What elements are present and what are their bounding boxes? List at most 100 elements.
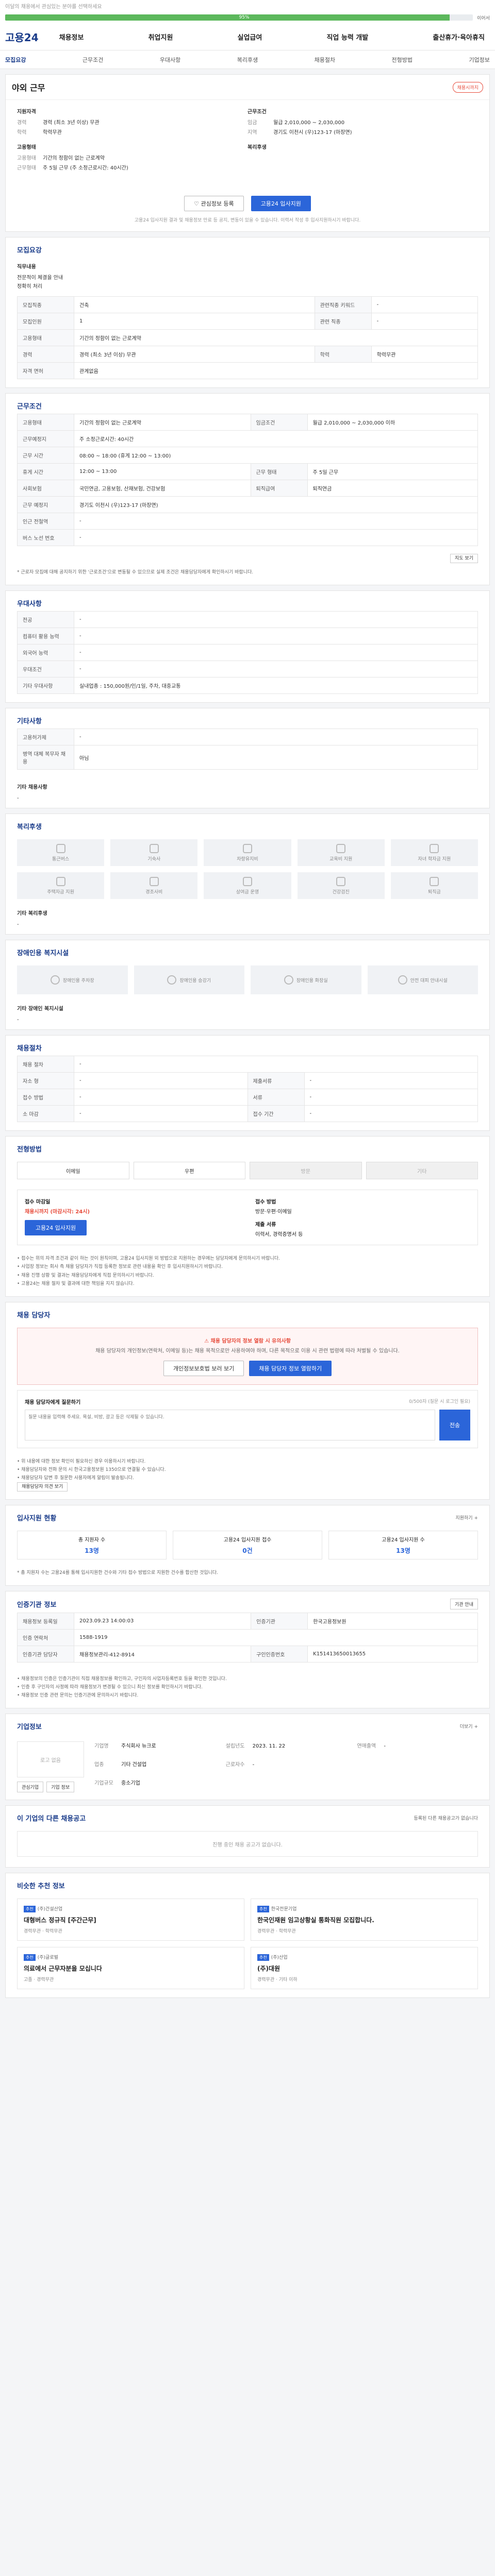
- table-key: 자격 면허: [17, 362, 74, 379]
- top-notice-text: 이달의 채용에서 관심있는 분야를 선택하세요: [5, 4, 102, 10]
- table-row: 모집직종 건축 관련직종 키워드 -: [17, 296, 478, 313]
- table-value: K151413650013655: [307, 1645, 478, 1663]
- interest-company-button[interactable]: 관심기업: [17, 1782, 44, 1793]
- contact-note: • 위 내용에 대한 정보 확인이 필요하신 경우 이용하시기 바랍니다.: [17, 1459, 146, 1464]
- recommend-tag: 추천: [257, 1906, 269, 1913]
- apply-button[interactable]: 고용24 입사지원: [251, 196, 311, 211]
- method-tab[interactable]: 이메일: [17, 1162, 129, 1180]
- site-logo[interactable]: 고용24: [5, 29, 39, 44]
- agency-info-button[interactable]: 기관 안내: [450, 1598, 478, 1609]
- welfare-label: 주택자금 지원: [47, 889, 74, 895]
- info-title: 인증기관 정보: [17, 1601, 57, 1609]
- section-tab[interactable]: 채용절차: [315, 56, 335, 64]
- table-row: 인증기관 담당자 채용정보관리-412-8914 구인인증번호 K1514136500…: [17, 1645, 478, 1663]
- table-key: 인근 전철역: [17, 513, 74, 530]
- accessibility-icon: [50, 975, 60, 985]
- progress-continue[interactable]: 이어서: [477, 14, 490, 21]
- recommend-card[interactable]: 추천 (주)산업 (주)대원 경력무관 · 기타 이하: [251, 1947, 478, 1990]
- table-value: 2023.09.23 14:00:03: [73, 1612, 252, 1630]
- table-value: -: [371, 313, 478, 330]
- gnb-item[interactable]: 출산휴가·육아휴직: [427, 32, 490, 42]
- apply-button-secondary[interactable]: 고용24 입사지원: [25, 1220, 87, 1236]
- welfare-icon: [56, 843, 65, 853]
- company-field: 업종 기타 건설업: [94, 1760, 216, 1774]
- stat-card: 고용24 입사지원 수 13명: [328, 1530, 478, 1560]
- disability-other: 기타 장애인 복지시설 -: [6, 999, 489, 1029]
- gnb-item[interactable]: 취업지원: [143, 32, 178, 42]
- table-row: 채용정보 등록일 2023.09.23 14:00:03 인증기관 한국고용정보원: [17, 1612, 478, 1630]
- stat-value: 13명: [396, 1547, 410, 1554]
- etc-title: 기타사항: [17, 718, 42, 726]
- table-key: 버스 노선 번호: [17, 529, 74, 546]
- apply-method: 접수 방법 방문·우편·이메일 제출 서류 이력서, 경력증명서 등: [255, 1197, 470, 1238]
- section-tab[interactable]: 근무조건: [82, 56, 103, 64]
- section-tab[interactable]: 복리후생: [237, 56, 258, 64]
- table-value: -: [74, 1056, 478, 1073]
- other-jobs-title: 이 기업의 다른 채용공고: [17, 1815, 86, 1823]
- process-table: 채용 절차 - 자소 형 - 제출서류 - 접수 방법 - 서류 - 소 마감 - 접수 기간 -: [17, 1056, 478, 1123]
- welfare-label: 퇴직금: [427, 889, 441, 895]
- table-row: 사회보험 국민연금, 고용보험, 산재보험, 건강보험 퇴직급여 퇴직연금: [17, 480, 478, 497]
- etc-extra: 기타 채용사항 -: [6, 778, 489, 808]
- view-contact-button[interactable]: 채용 담당자 정보 열람하기: [249, 1360, 332, 1376]
- section-tab[interactable]: 전형방법: [392, 56, 412, 64]
- summary-value: 주 5일 근무 (주 소정근로시간: 40시간): [43, 165, 128, 171]
- info-note: • 채용정보의 인증은 인증기관이 직접 채용정보를 확인하고, 구인자의 사업…: [17, 1676, 227, 1682]
- summary-value: 월급 2,010,000 ~ 2,030,000: [273, 120, 345, 126]
- method-title: 전형방법: [17, 1146, 42, 1154]
- company-info-button[interactable]: 기업 정보: [46, 1782, 75, 1793]
- table-key: 인증기관: [251, 1612, 308, 1630]
- recommend-card[interactable]: 추천 (주)글로벌 의료에서 근무자분을 모십니다 고졸 · 경력무관: [17, 1947, 244, 1990]
- contact-opinion-button[interactable]: 채용담당자 의견 보기: [17, 1482, 68, 1492]
- preference-section: 우대사항 전공 - 컴퓨터 활용 능력 - 외국어 능력 - 우대조건 - 기타 우대사항 실내업…: [5, 590, 490, 703]
- summary-right: 근무조건 임금 월급 2,010,000 ~ 2,030,000 지역 경기도 이천시…: [248, 107, 478, 178]
- method-tab[interactable]: 우편: [133, 1162, 245, 1180]
- preference-table: 전공 - 컴퓨터 활용 능력 - 외국어 능력 - 우대조건 - 기타 우대사항 실내업종 : 1…: [17, 611, 478, 694]
- recommend-meta: 경력무관 · 학력무관: [257, 1929, 296, 1935]
- table-value: 08:00 ~ 18:00 (휴게 12:00 ~ 13:00): [74, 447, 478, 464]
- recommend-card[interactable]: 추천 (주)건설산업 대형버스 정규직 [주간근무] 경력무관 · 학력무관: [17, 1899, 244, 1941]
- stat-card: 고용24 입사지원 접수 0건: [173, 1530, 322, 1560]
- conditions-group: 근무조건 임금 월급 2,010,000 ~ 2,030,000 지역 경기도 이천시…: [248, 107, 478, 135]
- welfare-group: 복리후생: [248, 143, 478, 150]
- accessibility-icon: [284, 975, 293, 985]
- table-row: 경력 경력 (최소 3년 이상) 무관 학력 학력무관: [17, 346, 478, 363]
- recommend-card[interactable]: 추천 한국전문기업 한국인재원 임고상황실 통화직원 모집합니다. 경력무관 · 학력…: [251, 1899, 478, 1941]
- company-field-value: -: [252, 1762, 255, 1768]
- disability-item: 장애인용 주차장: [17, 965, 128, 995]
- section-tab[interactable]: 우대사항: [160, 56, 180, 64]
- welfare-item: 퇴직금: [390, 872, 478, 900]
- question-send-button[interactable]: 전송: [439, 1409, 470, 1440]
- welfare-other-title: 기타 복리후생: [17, 911, 47, 917]
- welfare-item: 주택자금 지원: [17, 872, 105, 900]
- question-input[interactable]: [25, 1409, 435, 1440]
- table-row: 소 마감 - 접수 기간 -: [17, 1105, 478, 1123]
- etc-section: 기타사항 고용허가제 - 병역 대체 복무자 채용 아님 기타 채용사항 -: [5, 708, 490, 809]
- gnb-item[interactable]: 직업 능력 개발: [321, 32, 373, 42]
- disability-title: 장애인용 복지시설: [17, 950, 69, 958]
- company-more-link[interactable]: 더보기 +: [460, 1723, 478, 1730]
- preference-title: 우대사항: [17, 600, 42, 608]
- conditions-footnote: * 근로자 모집에 대해 공지하기 위한 '근로조건'으로 변동될 수 있으므로…: [17, 570, 254, 575]
- table-value: 주 소정근로시간: 40시간: [74, 430, 478, 447]
- gnb-item[interactable]: 실업급여: [233, 32, 268, 42]
- table-key: 우대조건: [17, 660, 74, 678]
- map-button[interactable]: 지도 보기: [450, 554, 478, 563]
- section-tab[interactable]: 모집요강: [5, 56, 26, 64]
- disability-section: 장애인용 복지시설 장애인용 주차장 장애인용 승강기 장애인용 화장실 안전 대피 …: [5, 940, 490, 1030]
- stats-more-link[interactable]: 지원하기 +: [455, 1514, 478, 1521]
- table-key: 사회보험: [17, 480, 74, 497]
- method-note: • 접수는 위의 자격 조건과 같이 하는 것이 원칙이며, 고용24 입사지원…: [17, 1256, 280, 1262]
- welfare-label: 차량유지비: [237, 856, 258, 862]
- disability-item: 장애인용 화장실: [251, 965, 361, 995]
- recruit-title: 모집요강: [17, 247, 42, 255]
- gnb-item[interactable]: 채용정보: [54, 32, 89, 42]
- recruit-table: 모집직종 건축 관련직종 키워드 - 모집인원 1 관련 직종 - 고용형태 기간의 정함이 없는…: [17, 296, 478, 379]
- table-value: 경기도 이천시 (우)123-17 (마장면): [74, 496, 478, 513]
- description-line: 정확히 처리: [17, 284, 43, 290]
- privacy-law-button[interactable]: 개인정보보호법 보러 보기: [163, 1360, 244, 1376]
- table-row: 인증 연락처 1588-1919: [17, 1629, 478, 1646]
- section-tab[interactable]: 기업정보: [469, 56, 489, 64]
- table-value: 기간의 정함이 없는 근로계약: [74, 414, 251, 431]
- save-interest-button[interactable]: ♡ 관심정보 등록: [184, 196, 244, 211]
